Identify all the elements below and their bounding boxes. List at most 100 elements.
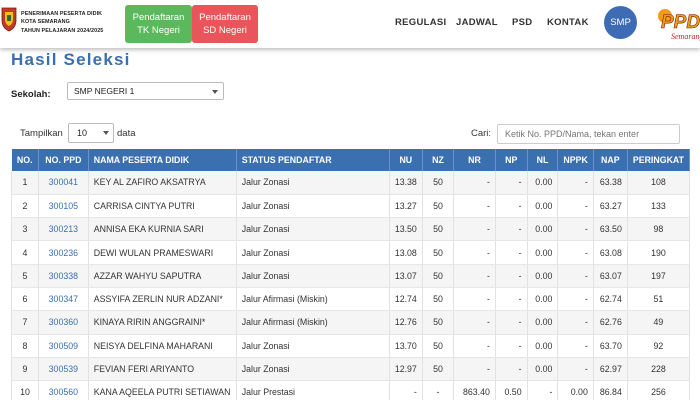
- nav-kontak[interactable]: KONTAK: [547, 17, 589, 28]
- cell-no: 6: [11, 287, 39, 312]
- smp-badge-button[interactable]: SMP: [604, 6, 637, 39]
- cell-no-ppd[interactable]: 300236: [38, 240, 89, 265]
- cell-no-ppd[interactable]: 300105: [38, 194, 89, 219]
- cell-no-ppd[interactable]: 300509: [38, 334, 89, 358]
- cell-nr: -: [453, 287, 496, 312]
- col-no[interactable]: NO.: [11, 149, 39, 171]
- col-name[interactable]: NAMA PESERTA DIDIK: [88, 149, 237, 171]
- col-rank[interactable]: PERINGKAT: [627, 149, 691, 171]
- cell-no-ppd[interactable]: 300539: [38, 357, 89, 382]
- cell-nl: 0.00: [527, 264, 559, 288]
- col-np[interactable]: NP: [495, 149, 528, 171]
- cell-rank: 133: [627, 194, 691, 219]
- cell-name: AZZAR WAHYU SAPUTRA: [88, 264, 237, 288]
- cell-status: Jalur Afirmasi (Miskin): [236, 310, 390, 335]
- register-tk-label-2: TK Negeri: [137, 25, 180, 36]
- entries-per-page-select[interactable]: 10: [68, 123, 114, 143]
- chevron-down-icon: [103, 131, 109, 135]
- cell-nu: 13.38: [389, 171, 423, 195]
- cell-nr: -: [453, 171, 496, 195]
- cell-nr: -: [453, 194, 496, 219]
- cell-no-ppd[interactable]: 300347: [38, 287, 89, 312]
- col-status[interactable]: STATUS PENDAFTAR: [236, 149, 390, 171]
- cell-nap: 63.08: [593, 240, 628, 265]
- cell-np: -: [495, 264, 528, 288]
- cell-status: Jalur Zonasi: [236, 194, 390, 219]
- cell-nr: -: [453, 310, 496, 335]
- entries-suffix-label: data: [117, 128, 136, 139]
- results-table-body: 1 300041 KEY AL ZAFIRO AKSATRYA Jalur Zonas…: [11, 171, 691, 400]
- cell-no-ppd[interactable]: 300338: [38, 264, 89, 288]
- cell-nl: 0.00: [527, 171, 559, 195]
- cell-nap: 63.27: [593, 194, 628, 219]
- search-input[interactable]: [497, 124, 680, 144]
- cell-nr: -: [453, 240, 496, 265]
- cell-status: Jalur Zonasi: [236, 171, 390, 195]
- col-nl[interactable]: NL: [527, 149, 559, 171]
- cell-np: -: [495, 357, 528, 382]
- cell-nppk: -: [557, 240, 594, 265]
- table-row: 7 300360 KINAYA RIRIN ANGGRAINI* Jalur Afir…: [11, 310, 691, 335]
- register-sd-button[interactable]: Pendaftaran SD Negeri: [192, 5, 258, 43]
- col-nr[interactable]: NR: [453, 149, 496, 171]
- cell-no: 3: [11, 217, 39, 242]
- cell-name: NEISYA DELFINA MAHARANI: [88, 334, 237, 358]
- nav-psd[interactable]: PSD: [512, 17, 532, 28]
- cell-rank: 98: [627, 217, 691, 242]
- cell-nu: 13.70: [389, 334, 423, 358]
- cell-no: 2: [11, 194, 39, 219]
- cell-name: KANA AQEELA PUTRI SETIAWAN: [88, 380, 237, 400]
- cell-np: -: [495, 334, 528, 358]
- col-nppk[interactable]: NPPK: [557, 149, 594, 171]
- nav-regulasi[interactable]: REGULASI: [395, 17, 447, 28]
- cell-rank: 228: [627, 357, 691, 382]
- table-row: 1 300041 KEY AL ZAFIRO AKSATRYA Jalur Zonas…: [11, 171, 691, 195]
- cell-nap: 86.84: [593, 380, 628, 400]
- cell-nr: -: [453, 334, 496, 358]
- cell-status: Jalur Prestasi: [236, 380, 390, 400]
- cell-nppk: -: [557, 217, 594, 242]
- cell-nppk: -: [557, 194, 594, 219]
- table-row: 3 300213 ANNISA EKA KURNIA SARI Jalur Zonas…: [11, 217, 691, 242]
- table-row: 4 300236 DEWI WULAN PRAMESWARI Jalur Zonasi…: [11, 240, 691, 265]
- cell-nap: 63.70: [593, 334, 628, 358]
- cell-nppk: -: [557, 310, 594, 335]
- cell-nz: -: [422, 380, 455, 400]
- show-entries-label: Tampilkan: [20, 128, 63, 139]
- chevron-down-icon: [212, 90, 218, 94]
- col-nu[interactable]: NU: [389, 149, 423, 171]
- cell-name: ASSYIFA ZERLIN NUR ADZANI*: [88, 287, 237, 312]
- school-select-value: SMP NEGERI 1: [74, 86, 135, 96]
- cell-nz: 50: [422, 171, 455, 195]
- top-navbar: PENERIMAAN PESERTA DIDIK KOTA SEMARANG T…: [0, 0, 700, 48]
- col-nz[interactable]: NZ: [422, 149, 455, 171]
- table-row: 10 300560 KANA AQEELA PUTRI SETIAWAN Jalur …: [11, 380, 691, 400]
- cell-nz: 50: [422, 240, 455, 265]
- cell-no-ppd[interactable]: 300560: [38, 380, 89, 400]
- cell-np: -: [495, 194, 528, 219]
- cell-np: -: [495, 310, 528, 335]
- school-select[interactable]: SMP NEGERI 1: [67, 82, 224, 100]
- cell-rank: 256: [627, 380, 691, 400]
- cell-rank: 197: [627, 264, 691, 288]
- cell-status: Jalur Zonasi: [236, 217, 390, 242]
- nav-jadwal[interactable]: JADWAL: [456, 17, 498, 28]
- cell-np: -: [495, 217, 528, 242]
- cell-nu: 13.08: [389, 240, 423, 265]
- cell-no-ppd[interactable]: 300213: [38, 217, 89, 242]
- col-no-ppd[interactable]: NO. PPD: [38, 149, 89, 171]
- cell-np: -: [495, 240, 528, 265]
- cell-no-ppd[interactable]: 300041: [38, 171, 89, 195]
- brand-text: PENERIMAAN PESERTA DIDIK KOTA SEMARANG T…: [21, 10, 103, 35]
- col-nap[interactable]: NAP: [593, 149, 628, 171]
- cell-nppk: -: [557, 334, 594, 358]
- cell-no-ppd[interactable]: 300360: [38, 310, 89, 335]
- cell-nu: 12.97: [389, 357, 423, 382]
- register-tk-button[interactable]: Pendaftaran TK Negeri: [125, 5, 192, 43]
- cell-name: ANNISA EKA KURNIA SARI: [88, 217, 237, 242]
- ppd-logo-text: PPD: [661, 12, 700, 33]
- search-label: Cari:: [471, 128, 492, 139]
- cell-nap: 63.07: [593, 264, 628, 288]
- cell-name: KINAYA RIRIN ANGGRAINI*: [88, 310, 237, 335]
- cell-name: CARRISA CINTYA PUTRI: [88, 194, 237, 219]
